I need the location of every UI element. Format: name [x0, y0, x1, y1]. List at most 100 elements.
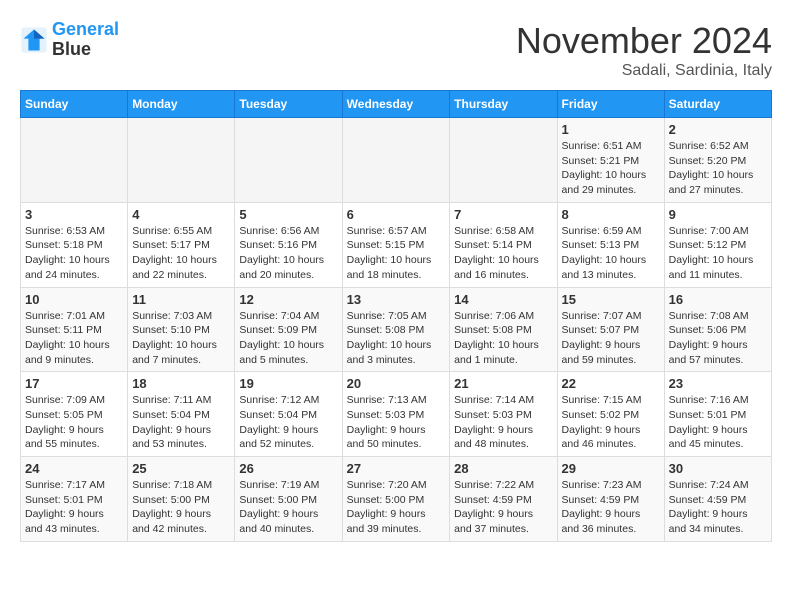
day-number: 1 [562, 122, 660, 137]
calendar-cell: 18 Sunrise: 7:11 AMSunset: 5:04 PMDayligh… [128, 372, 235, 457]
day-number: 20 [347, 376, 446, 391]
weekday-header-tuesday: Tuesday [235, 91, 342, 118]
calendar-cell: 27 Sunrise: 7:20 AMSunset: 5:00 PMDayligh… [342, 457, 450, 542]
calendar-cell: 10 Sunrise: 7:01 AMSunset: 5:11 PMDayligh… [21, 287, 128, 372]
day-info: Sunrise: 6:51 AMSunset: 5:21 PMDaylight:… [562, 139, 660, 198]
day-number: 3 [25, 207, 123, 222]
calendar-cell: 11Sunrise: 7:03 AMSunset: 5:10 PMDayligh… [128, 287, 235, 372]
calendar-cell [342, 118, 450, 203]
location: Sadali, Sardinia, Italy [516, 62, 772, 80]
day-number: 19 [239, 376, 337, 391]
calendar-cell: 3 Sunrise: 6:53 AMSunset: 5:18 PMDaylight… [21, 202, 128, 287]
calendar-cell: 24 Sunrise: 7:17 AMSunset: 5:01 PMDayligh… [21, 457, 128, 542]
day-info: Sunrise: 6:52 AMSunset: 5:20 PMDaylight:… [669, 139, 767, 198]
day-info: Sunrise: 7:20 AMSunset: 5:00 PMDaylight:… [347, 478, 446, 537]
page-header: General Blue November 2024 Sadali, Sardi… [20, 20, 772, 80]
day-number: 13 [347, 292, 446, 307]
day-number: 24 [25, 461, 123, 476]
day-info: Sunrise: 7:16 AMSunset: 5:01 PMDaylight:… [669, 393, 767, 452]
calendar-cell: 26 Sunrise: 7:19 AMSunset: 5:00 PMDayligh… [235, 457, 342, 542]
logo-text: General Blue [52, 20, 119, 60]
day-number: 2 [669, 122, 767, 137]
calendar-cell: 23 Sunrise: 7:16 AMSunset: 5:01 PMDayligh… [664, 372, 771, 457]
calendar-cell: 16 Sunrise: 7:08 AMSunset: 5:06 PMDayligh… [664, 287, 771, 372]
day-info: Sunrise: 7:11 AMSunset: 5:04 PMDaylight:… [132, 393, 230, 452]
day-info: Sunrise: 7:23 AMSunset: 4:59 PMDaylight:… [562, 478, 660, 537]
day-info: Sunrise: 7:15 AMSunset: 5:02 PMDaylight:… [562, 393, 660, 452]
day-info: Sunrise: 7:00 AMSunset: 5:12 PMDaylight:… [669, 224, 767, 283]
title-section: November 2024 Sadali, Sardinia, Italy [516, 20, 772, 80]
calendar-cell: 15 Sunrise: 7:07 AMSunset: 5:07 PMDayligh… [557, 287, 664, 372]
calendar-week-2: 3 Sunrise: 6:53 AMSunset: 5:18 PMDaylight… [21, 202, 772, 287]
day-info: Sunrise: 6:55 AMSunset: 5:17 PMDaylight:… [132, 224, 230, 283]
day-number: 14 [454, 292, 552, 307]
logo-icon [20, 26, 48, 54]
calendar-cell [235, 118, 342, 203]
calendar-cell: 28Sunrise: 7:22 AMSunset: 4:59 PMDayligh… [450, 457, 557, 542]
calendar-cell: 13 Sunrise: 7:05 AMSunset: 5:08 PMDayligh… [342, 287, 450, 372]
day-info: Sunrise: 6:58 AMSunset: 5:14 PMDaylight:… [454, 224, 552, 283]
calendar-week-1: 1 Sunrise: 6:51 AMSunset: 5:21 PMDaylight… [21, 118, 772, 203]
day-number: 4 [132, 207, 230, 222]
day-number: 16 [669, 292, 767, 307]
day-number: 10 [25, 292, 123, 307]
day-info: Sunrise: 7:19 AMSunset: 5:00 PMDaylight:… [239, 478, 337, 537]
calendar-cell: 12Sunrise: 7:04 AMSunset: 5:09 PMDayligh… [235, 287, 342, 372]
day-number: 28 [454, 461, 552, 476]
calendar-cell [450, 118, 557, 203]
day-info: Sunrise: 7:01 AMSunset: 5:11 PMDaylight:… [25, 309, 123, 368]
calendar-cell: 4 Sunrise: 6:55 AMSunset: 5:17 PMDaylight… [128, 202, 235, 287]
calendar-cell [128, 118, 235, 203]
weekday-header-monday: Monday [128, 91, 235, 118]
calendar-week-3: 10 Sunrise: 7:01 AMSunset: 5:11 PMDayligh… [21, 287, 772, 372]
weekday-header-thursday: Thursday [450, 91, 557, 118]
day-info: Sunrise: 7:24 AMSunset: 4:59 PMDaylight:… [669, 478, 767, 537]
day-number: 27 [347, 461, 446, 476]
day-info: Sunrise: 7:17 AMSunset: 5:01 PMDaylight:… [25, 478, 123, 537]
day-number: 30 [669, 461, 767, 476]
day-number: 21 [454, 376, 552, 391]
weekday-header-sunday: Sunday [21, 91, 128, 118]
weekday-header-row: SundayMondayTuesdayWednesdayThursdayFrid… [21, 91, 772, 118]
day-number: 11 [132, 292, 230, 307]
day-info: Sunrise: 7:05 AMSunset: 5:08 PMDaylight:… [347, 309, 446, 368]
day-info: Sunrise: 7:06 AMSunset: 5:08 PMDaylight:… [454, 309, 552, 368]
calendar-cell [21, 118, 128, 203]
weekday-header-saturday: Saturday [664, 91, 771, 118]
day-number: 25 [132, 461, 230, 476]
day-number: 5 [239, 207, 337, 222]
day-number: 6 [347, 207, 446, 222]
calendar-cell: 22 Sunrise: 7:15 AMSunset: 5:02 PMDayligh… [557, 372, 664, 457]
calendar-cell: 2 Sunrise: 6:52 AMSunset: 5:20 PMDaylight… [664, 118, 771, 203]
calendar-table: SundayMondayTuesdayWednesdayThursdayFrid… [20, 90, 772, 542]
calendar-week-5: 24 Sunrise: 7:17 AMSunset: 5:01 PMDayligh… [21, 457, 772, 542]
day-number: 18 [132, 376, 230, 391]
weekday-header-wednesday: Wednesday [342, 91, 450, 118]
day-number: 23 [669, 376, 767, 391]
calendar-cell: 7Sunrise: 6:58 AMSunset: 5:14 PMDaylight… [450, 202, 557, 287]
day-info: Sunrise: 7:08 AMSunset: 5:06 PMDaylight:… [669, 309, 767, 368]
day-info: Sunrise: 7:12 AMSunset: 5:04 PMDaylight:… [239, 393, 337, 452]
day-info: Sunrise: 7:09 AMSunset: 5:05 PMDaylight:… [25, 393, 123, 452]
calendar-cell: 14 Sunrise: 7:06 AMSunset: 5:08 PMDayligh… [450, 287, 557, 372]
day-info: Sunrise: 7:18 AMSunset: 5:00 PMDaylight:… [132, 478, 230, 537]
day-info: Sunrise: 6:53 AMSunset: 5:18 PMDaylight:… [25, 224, 123, 283]
day-number: 15 [562, 292, 660, 307]
calendar-week-4: 17 Sunrise: 7:09 AMSunset: 5:05 PMDayligh… [21, 372, 772, 457]
calendar-cell: 19 Sunrise: 7:12 AMSunset: 5:04 PMDayligh… [235, 372, 342, 457]
calendar-cell: 8 Sunrise: 6:59 AMSunset: 5:13 PMDaylight… [557, 202, 664, 287]
calendar-cell: 5 Sunrise: 6:56 AMSunset: 5:16 PMDaylight… [235, 202, 342, 287]
day-info: Sunrise: 6:56 AMSunset: 5:16 PMDaylight:… [239, 224, 337, 283]
calendar-cell: 30 Sunrise: 7:24 AMSunset: 4:59 PMDayligh… [664, 457, 771, 542]
calendar-cell: 25 Sunrise: 7:18 AMSunset: 5:00 PMDayligh… [128, 457, 235, 542]
weekday-header-friday: Friday [557, 91, 664, 118]
day-number: 22 [562, 376, 660, 391]
day-number: 26 [239, 461, 337, 476]
calendar-cell: 6Sunrise: 6:57 AMSunset: 5:15 PMDaylight… [342, 202, 450, 287]
day-info: Sunrise: 7:07 AMSunset: 5:07 PMDaylight:… [562, 309, 660, 368]
day-info: Sunrise: 7:04 AMSunset: 5:09 PMDaylight:… [239, 309, 337, 368]
calendar-cell: 9Sunrise: 7:00 AMSunset: 5:12 PMDaylight… [664, 202, 771, 287]
day-number: 8 [562, 207, 660, 222]
day-number: 17 [25, 376, 123, 391]
day-info: Sunrise: 6:59 AMSunset: 5:13 PMDaylight:… [562, 224, 660, 283]
